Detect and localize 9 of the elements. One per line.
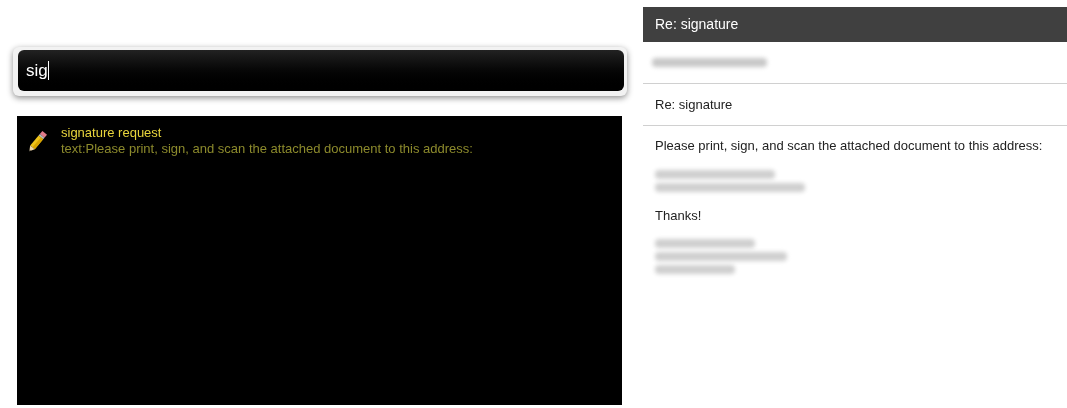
body-text: Please print, sign, and scan the attached document to this address: <box>655 137 1044 155</box>
text-cursor <box>47 61 49 80</box>
email-title: Re: signature <box>655 15 739 34</box>
result-preview: text:Please print, sign, and scan the attached document to this address: <box>61 141 473 157</box>
search-text: sig <box>26 59 48 82</box>
search-field[interactable]: sig <box>18 50 624 91</box>
email-subject: Re: signature <box>655 95 733 114</box>
body-text: Thanks! <box>655 206 703 225</box>
result-title: signature request <box>61 125 163 141</box>
